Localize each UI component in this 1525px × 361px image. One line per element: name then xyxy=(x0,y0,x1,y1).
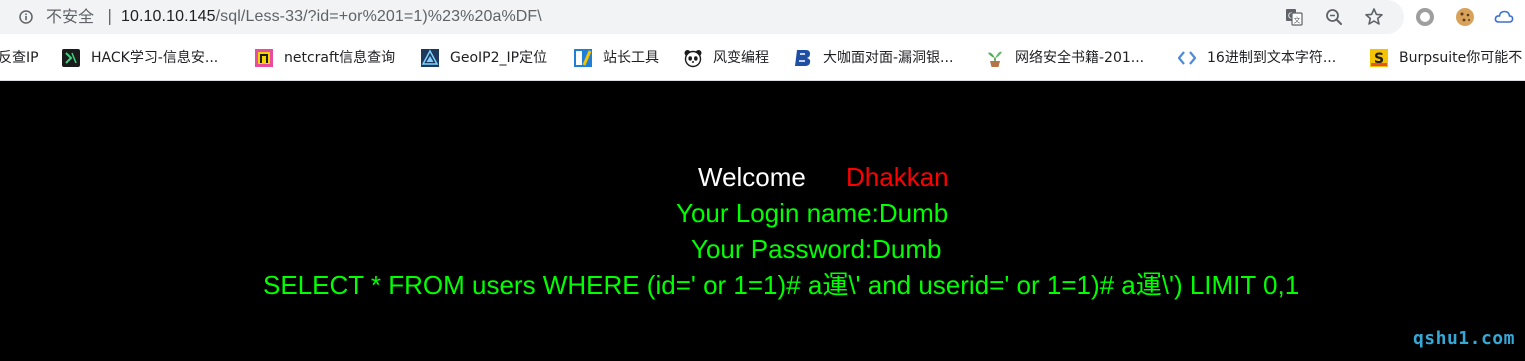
bookmark-hex-to-text[interactable]: 16进制到文本字符... xyxy=(1177,46,1353,70)
code-icon xyxy=(1177,48,1197,68)
bookmark-netcraft[interactable]: netcraft信息查询 xyxy=(254,46,404,70)
cookie-icon[interactable] xyxy=(1454,6,1476,28)
bookmark-security-books[interactable]: 网络安全书籍-201... xyxy=(985,46,1155,70)
login-name-output: Your Login name:Dumb xyxy=(676,198,949,228)
translate-icon[interactable]: G 文 xyxy=(1284,7,1304,27)
address-bar: 不安全 | 10.10.10.145/sql/Less-33/?id=+or%2… xyxy=(0,0,1525,36)
burp-icon: S xyxy=(1369,48,1389,68)
username-highlight: Dhakkan xyxy=(846,162,949,192)
bookmark-label: 反查IP xyxy=(0,50,39,66)
bookmark-bugbank[interactable]: 大咖面对面-漏洞银... xyxy=(793,46,969,70)
bookmark-burpsuite[interactable]: S Burpsuite你可能不 xyxy=(1369,46,1525,70)
bookmark-label: 16进制到文本字符... xyxy=(1207,50,1337,66)
watermark-logo: qshu1.com xyxy=(1412,328,1515,349)
url-host: 10.10.10.145 xyxy=(121,8,216,25)
hack-icon xyxy=(61,48,81,68)
bugbank-icon xyxy=(793,48,813,68)
bookmark-label: 站长工具 xyxy=(603,50,659,66)
bookmark-hack-study[interactable]: HACK学习-信息安... xyxy=(61,46,231,70)
netcraft-icon xyxy=(254,48,274,68)
url-field[interactable]: 10.10.10.145/sql/Less-33/?id=+or%201=1)%… xyxy=(121,6,542,28)
bookmark-label: netcraft信息查询 xyxy=(284,50,396,66)
page-content: Welcome Dhakkan Your Login name:Dumb You… xyxy=(0,81,1525,361)
bookmarks-bar: 反查IP HACK学习-信息安... netcraft信息查询 GeoIP2_I… xyxy=(0,36,1525,81)
panda-icon xyxy=(683,48,703,68)
info-icon[interactable] xyxy=(19,9,33,24)
bookmark-reverse-ip[interactable]: 反查IP xyxy=(0,46,44,70)
password-output: Your Password:Dumb xyxy=(691,234,942,264)
omnibox[interactable]: 不安全 | 10.10.10.145/sql/Less-33/?id=+or%2… xyxy=(0,0,1404,34)
bookmark-label: 大咖面对面-漏洞银... xyxy=(823,50,954,66)
geoip-icon xyxy=(420,48,440,68)
bookmark-label: GeoIP2_IP定位 xyxy=(450,50,548,66)
bookmark-label: 网络安全书籍-201... xyxy=(1015,50,1145,66)
bookmark-label: Burpsuite你可能不 xyxy=(1399,50,1523,66)
svg-text:文: 文 xyxy=(1294,16,1301,25)
bookmark-geoip2[interactable]: GeoIP2_IP定位 xyxy=(420,46,560,70)
plant-icon xyxy=(985,48,1005,68)
cloud-icon[interactable] xyxy=(1493,6,1515,28)
star-icon[interactable] xyxy=(1364,7,1384,27)
zoom-icon[interactable] xyxy=(1324,7,1344,27)
bookmark-label: 风变编程 xyxy=(713,50,769,66)
welcome-text: Welcome xyxy=(698,162,806,192)
chinaz-icon xyxy=(573,48,593,68)
url-separator: | xyxy=(107,6,113,25)
bookmark-fengbian[interactable]: 风变编程 xyxy=(683,46,779,70)
sql-query-output: SELECT * FROM users WHERE (id=' or 1=1)#… xyxy=(263,270,1300,300)
bookmark-label: HACK学习-信息安... xyxy=(91,50,219,66)
url-path: /sql/Less-33/?id=+or%201=1)%23%20a%DF\ xyxy=(215,8,542,25)
extension-circle-icon[interactable] xyxy=(1414,6,1436,28)
security-status-label[interactable]: 不安全 xyxy=(46,6,94,28)
bookmark-chinaz[interactable]: 站长工具 xyxy=(573,46,669,70)
